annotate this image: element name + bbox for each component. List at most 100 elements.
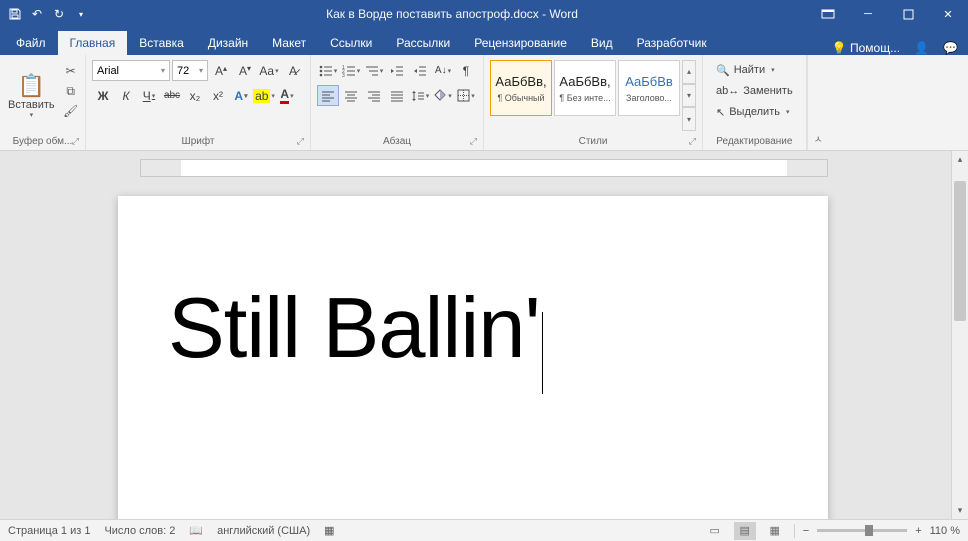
print-layout-icon[interactable]: ▤ (734, 522, 756, 540)
window-controls: ─ ✕ (808, 0, 968, 28)
ribbon: 📋 Вставить ▾ ✂ ⧉ 🖌 Буфер обм...⤢ Arial▾ … (0, 55, 968, 151)
zoom-slider-knob[interactable] (865, 525, 873, 536)
font-size-combo[interactable]: 72▾ (172, 60, 208, 81)
tab-developer[interactable]: Разработчик (625, 31, 719, 55)
select-button[interactable]: ↖Выделить▾ (713, 102, 796, 122)
shrink-font-icon[interactable]: A▾ (234, 60, 256, 81)
close-button[interactable]: ✕ (928, 0, 968, 28)
group-paragraph: 123 A↓ ¶ (311, 55, 484, 150)
zoom-level[interactable]: 110 % (930, 525, 960, 537)
comments-icon[interactable]: 💬 (943, 41, 958, 55)
horizontal-ruler[interactable] (140, 159, 828, 177)
superscript-button[interactable]: x² (207, 85, 229, 106)
font-launcher[interactable]: ⤢ (297, 136, 304, 147)
ribbon-options-icon[interactable] (808, 0, 848, 28)
tab-design[interactable]: Дизайн (196, 31, 260, 55)
scroll-down-icon[interactable]: ▾ (952, 502, 968, 519)
bullets-icon[interactable] (317, 60, 339, 81)
page[interactable]: Still Ballin' (118, 196, 828, 519)
group-font-label: Шрифт (182, 136, 215, 147)
grow-font-icon[interactable]: A▴ (210, 60, 232, 81)
italic-button[interactable]: К (115, 85, 137, 106)
change-case-icon[interactable]: Aa (258, 60, 280, 81)
find-button[interactable]: 🔍Найти▾ (713, 60, 796, 80)
decrease-indent-icon[interactable] (386, 60, 408, 81)
cursor-icon: ↖ (716, 106, 725, 119)
borders-icon[interactable] (455, 85, 477, 106)
styles-scroll-down[interactable]: ▾ (682, 84, 696, 108)
font-name-combo[interactable]: Arial▾ (92, 60, 170, 81)
clipboard-launcher[interactable]: ⤢ (72, 136, 79, 147)
cut-icon[interactable]: ✂ (61, 62, 81, 80)
tab-view[interactable]: Вид (579, 31, 625, 55)
styles-scroll-up[interactable]: ▴ (682, 60, 696, 84)
justify-icon[interactable] (386, 85, 408, 106)
style-preview: АаБбВв, (559, 74, 610, 89)
window-title: Как в Ворде поставить апостроф.docx - Wo… (96, 7, 808, 21)
styles-expand[interactable]: ▾ (682, 107, 696, 131)
read-mode-icon[interactable]: ▭ (704, 522, 726, 540)
save-icon[interactable] (6, 5, 24, 23)
tab-file[interactable]: Файл (4, 31, 58, 55)
ruler-area (0, 159, 968, 177)
qat-dropdown-icon[interactable]: ▾ (72, 5, 90, 23)
tell-me[interactable]: 💡 Помощ... (832, 41, 900, 55)
shading-icon[interactable] (432, 85, 454, 106)
align-right-icon[interactable] (363, 85, 385, 106)
paste-button[interactable]: 📋 Вставить ▾ (4, 58, 59, 133)
multilevel-icon[interactable] (363, 60, 385, 81)
zoom-slider[interactable] (817, 529, 907, 532)
vertical-scrollbar[interactable]: ▴ ▾ (951, 151, 968, 519)
document-text[interactable]: Still Ballin' (168, 281, 540, 376)
subscript-button[interactable]: x₂ (184, 85, 206, 106)
text-effects-icon[interactable]: A (230, 85, 252, 106)
style-heading1[interactable]: АаБбВв Заголово... (618, 60, 680, 116)
numbering-icon[interactable]: 123 (340, 60, 362, 81)
highlight-icon[interactable]: ab (253, 85, 275, 106)
increase-indent-icon[interactable] (409, 60, 431, 81)
strike-button[interactable]: abc (161, 85, 183, 106)
copy-icon[interactable]: ⧉ (61, 82, 81, 100)
replace-button[interactable]: ab↔Заменить (713, 81, 796, 101)
group-styles: АаБбВв, ¶ Обычный АаБбВв, ¶ Без инте... … (484, 55, 703, 150)
page-indicator[interactable]: Страница 1 из 1 (8, 525, 90, 537)
spellcheck-icon[interactable]: 📖 (189, 524, 203, 537)
macro-icon[interactable]: ▦ (324, 524, 334, 537)
align-center-icon[interactable] (340, 85, 362, 106)
styles-launcher[interactable]: ⤢ (689, 136, 696, 147)
redo-icon[interactable]: ↻ (50, 5, 68, 23)
font-color-icon[interactable]: A (276, 85, 298, 106)
scrollbar-thumb[interactable] (954, 181, 966, 321)
word-count[interactable]: Число слов: 2 (104, 525, 175, 537)
group-clipboard-label: Буфер обм... (13, 136, 73, 147)
minimize-button[interactable]: ─ (848, 0, 888, 28)
maximize-button[interactable] (888, 0, 928, 28)
tab-references[interactable]: Ссылки (318, 31, 384, 55)
share-icon[interactable]: 👤 (914, 41, 929, 55)
collapse-ribbon-icon[interactable]: ㅅ (807, 55, 829, 150)
clear-format-icon[interactable]: A̷ (282, 60, 304, 81)
align-left-icon[interactable] (317, 85, 339, 106)
style-normal[interactable]: АаБбВв, ¶ Обычный (490, 60, 552, 116)
sort-icon[interactable]: A↓ (432, 60, 454, 81)
zoom-in-button[interactable]: + (915, 525, 921, 537)
bold-button[interactable]: Ж (92, 85, 114, 106)
tab-home[interactable]: Главная (58, 31, 128, 55)
line-spacing-icon[interactable] (409, 85, 431, 106)
undo-icon[interactable]: ↶ (28, 5, 46, 23)
style-no-spacing[interactable]: АаБбВв, ¶ Без инте... (554, 60, 616, 116)
paragraph-launcher[interactable]: ⤢ (470, 136, 477, 147)
format-painter-icon[interactable]: 🖌 (61, 102, 81, 120)
scroll-up-icon[interactable]: ▴ (952, 151, 968, 168)
tab-layout[interactable]: Макет (260, 31, 318, 55)
tab-mailings[interactable]: Рассылки (384, 31, 462, 55)
tab-review[interactable]: Рецензирование (462, 31, 579, 55)
style-preview: АаБбВв, (495, 74, 546, 89)
style-preview: АаБбВв (625, 74, 673, 89)
zoom-out-button[interactable]: − (803, 525, 809, 537)
language-indicator[interactable]: английский (США) (217, 525, 310, 537)
tab-insert[interactable]: Вставка (127, 31, 196, 55)
pilcrow-icon[interactable]: ¶ (455, 60, 477, 81)
underline-button[interactable]: Ч (138, 85, 160, 106)
web-layout-icon[interactable]: ▦ (764, 522, 786, 540)
